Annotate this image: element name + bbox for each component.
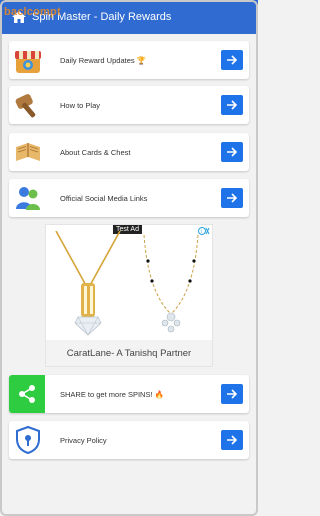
share-icon [9,375,45,413]
menu-item-how-to-play[interactable]: How to Play [9,86,249,124]
menu-item-share[interactable]: SHARE to get more SPINS! 🔥 [9,375,249,413]
users-icon [11,181,45,215]
menu-item-label: Official Social Media Links [60,193,148,203]
menu-item-label: How to Play [60,100,101,110]
arrow-right-icon[interactable] [221,188,243,208]
book-icon [11,135,45,169]
menu-item-label: Daily Reward Updates 🏆 [60,55,147,65]
ad-banner[interactable]: Test Ad i CaratLane- A Tanishq Partner [45,224,213,367]
shop-icon [11,43,45,77]
watermark: baclcompt [4,6,61,18]
necklace-product-image [143,234,199,333]
menu-item-label: SHARE to get more SPINS! 🔥 [60,389,164,399]
menu-item-privacy[interactable]: Privacy Policy [9,421,249,459]
hammer-icon [11,88,45,122]
menu-item-label: Privacy Policy [60,435,107,445]
menu-item-social-links[interactable]: Official Social Media Links [9,179,249,217]
arrow-right-icon[interactable] [221,430,243,450]
privacy-shield-icon [11,423,45,457]
menu-item-daily-rewards[interactable]: Daily Reward Updates 🏆 [9,41,249,79]
arrow-right-icon[interactable] [221,384,243,404]
ad-caption: CaratLane- A Tanishq Partner [46,340,212,366]
pendant-product-image [55,231,121,336]
arrow-right-icon[interactable] [221,50,243,70]
menu-item-label: About Cards & Chest [60,147,131,157]
menu-item-about-cards[interactable]: About Cards & Chest [9,133,249,171]
arrow-right-icon[interactable] [221,142,243,162]
arrow-right-icon[interactable] [221,95,243,115]
